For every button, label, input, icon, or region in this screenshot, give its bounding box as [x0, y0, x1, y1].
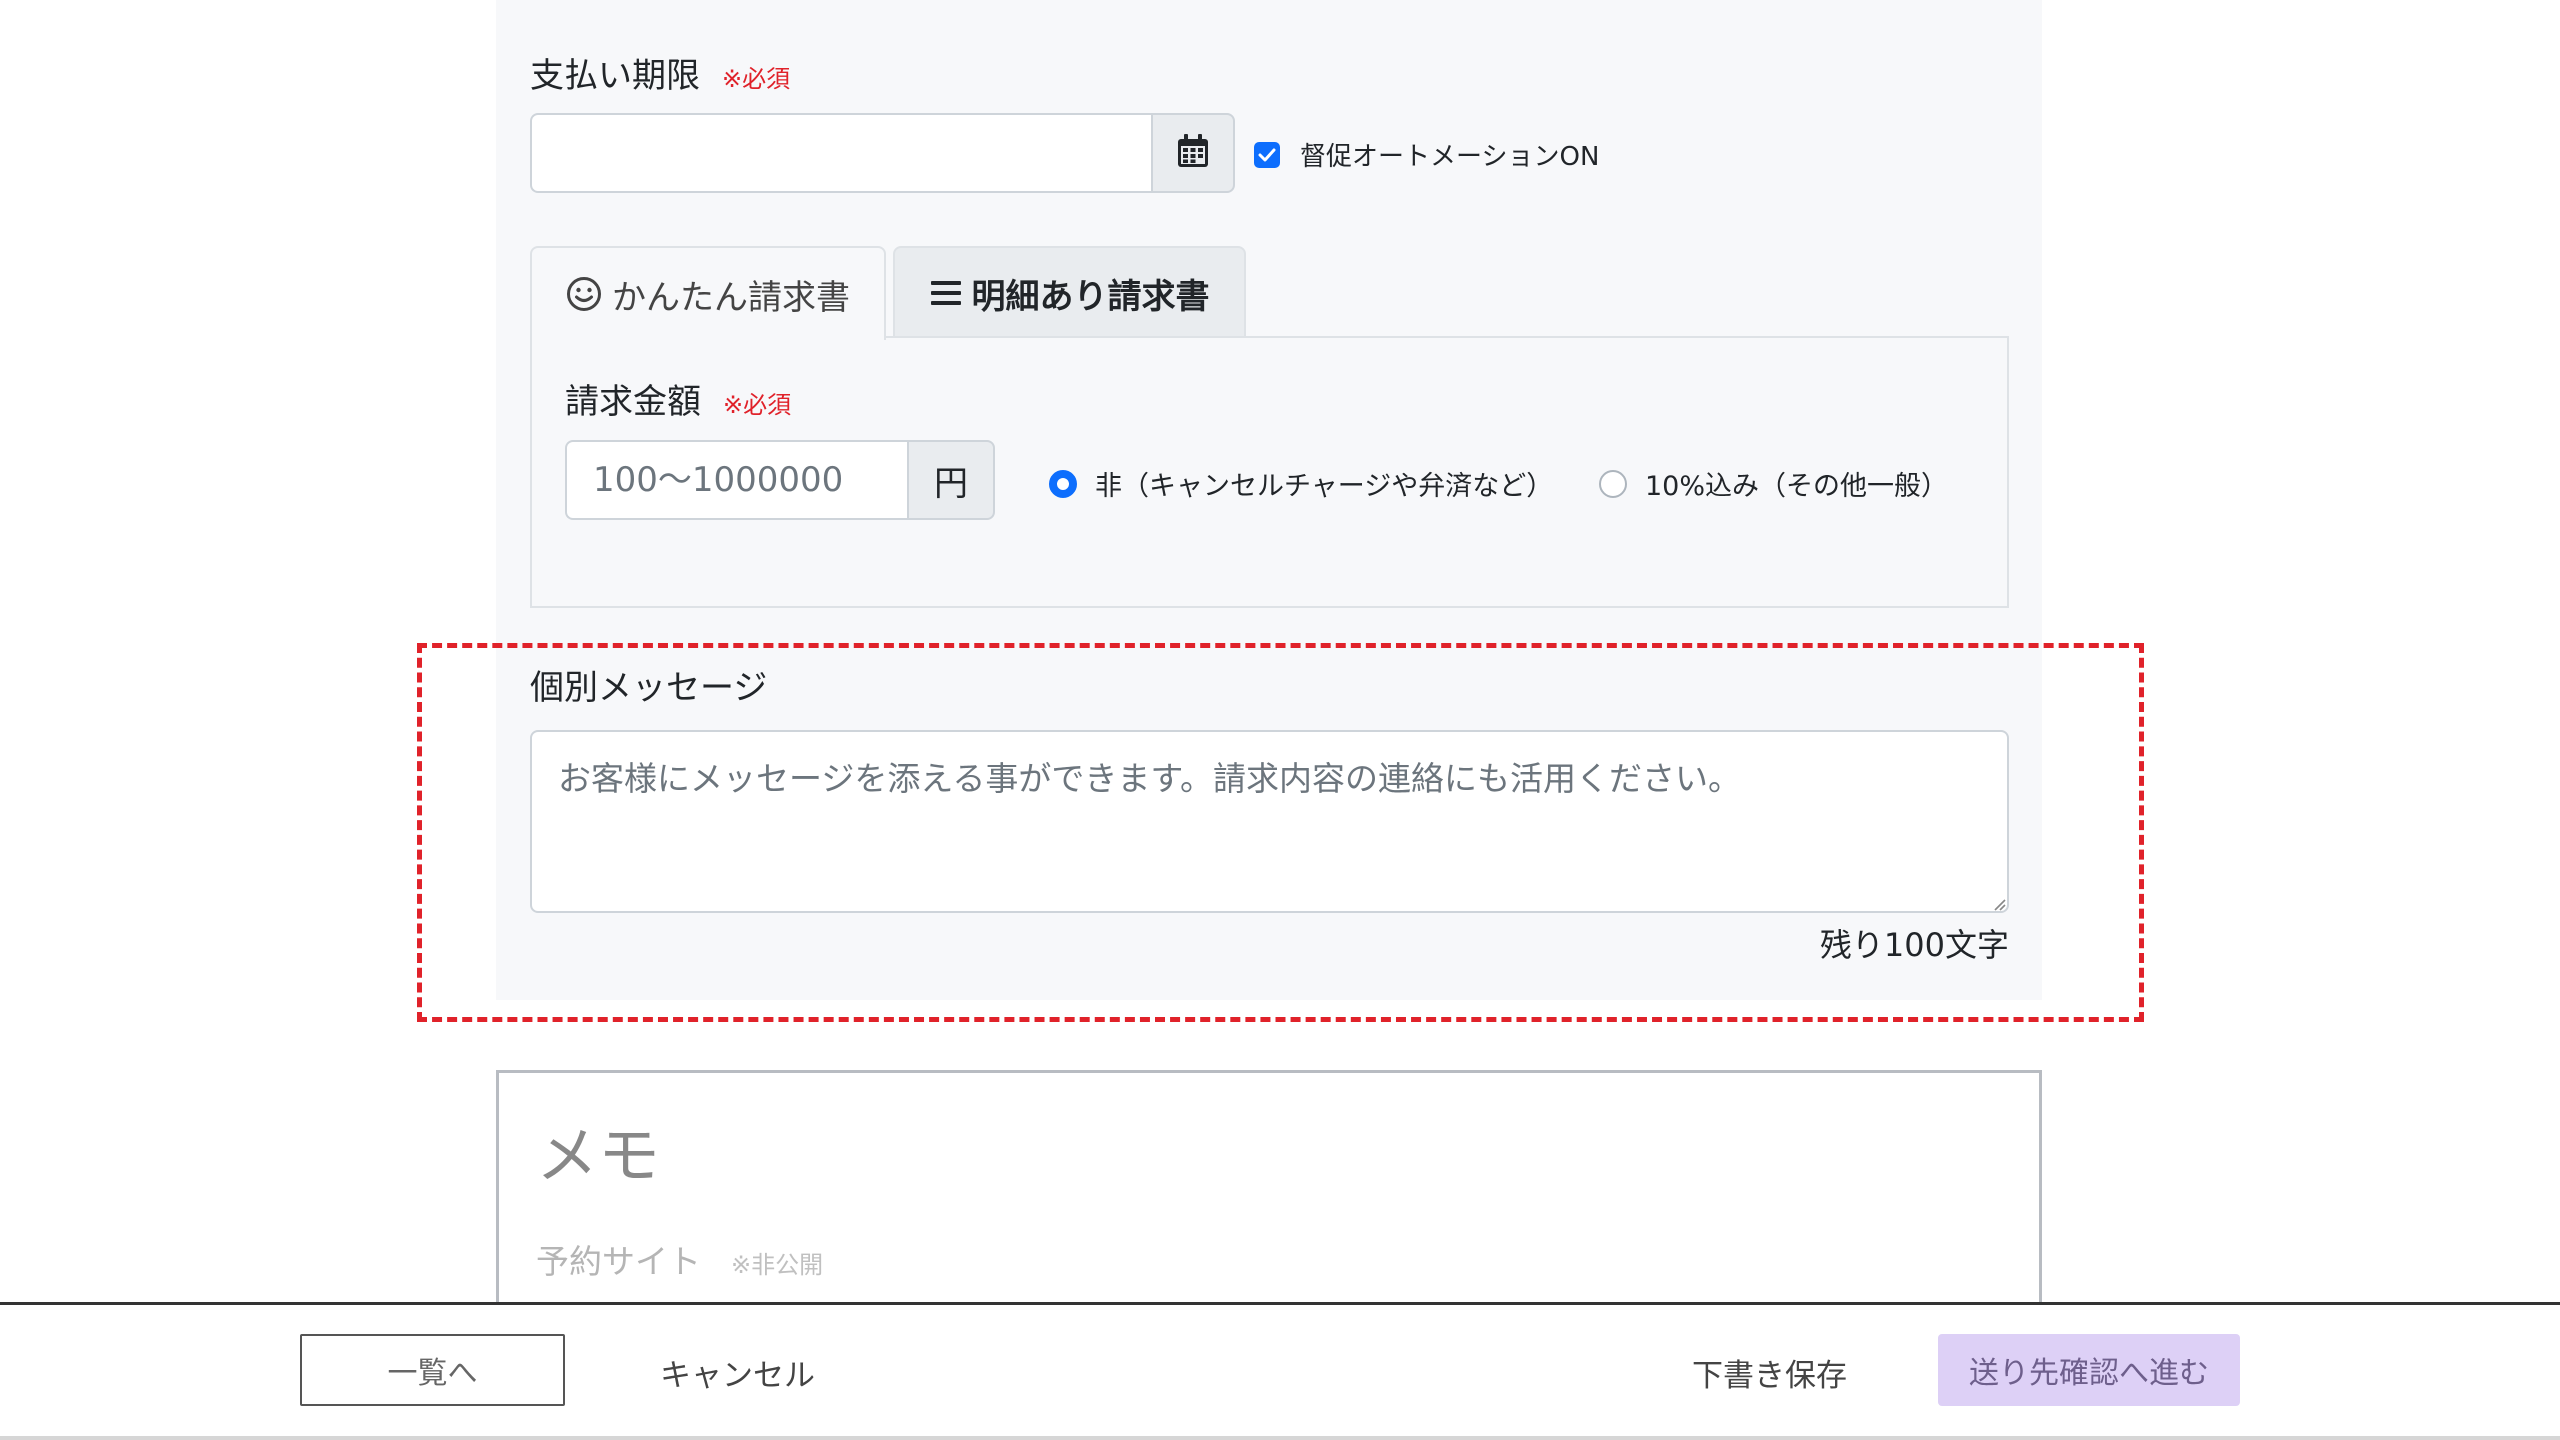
proceed-to-recipient-button[interactable]: 送り先確認へ進む	[1938, 1334, 2240, 1406]
resize-grip-icon[interactable]	[1992, 896, 2006, 911]
memo-field-row: 予約サイト ※非公開	[536, 1235, 823, 1283]
message-label: 個別メッセージ	[530, 668, 768, 708]
message-remaining-count: 残り100文字	[1819, 926, 2009, 964]
save-draft-button[interactable]: 下書き保存	[1692, 1350, 1847, 1395]
tax-included-radio[interactable]	[1599, 469, 1627, 498]
cancel-button[interactable]: キャンセル	[660, 1350, 815, 1395]
amount-label-row: 請求金額 ※必須	[565, 374, 791, 423]
tax-exempt-radio[interactable]	[1049, 469, 1077, 498]
due-date-required-badge: ※必須	[722, 65, 791, 93]
smile-icon	[566, 276, 602, 312]
auto-reminder-checkbox[interactable]	[1254, 141, 1280, 168]
auto-reminder-option[interactable]: 督促オートメーションON	[1254, 136, 1599, 173]
message-textarea[interactable]	[530, 730, 2009, 913]
due-date-label: 支払い期限	[530, 56, 700, 96]
memo-field-label: 予約サイト	[536, 1242, 701, 1281]
due-date-group	[530, 113, 1235, 193]
memo-title: メモ	[536, 1119, 661, 1192]
checkmark-icon	[1258, 148, 1276, 161]
amount-required-badge: ※必須	[723, 391, 792, 419]
tab-simple-invoice[interactable]: かんたん請求書	[530, 246, 886, 340]
auto-reminder-label: 督促オートメーションON	[1300, 142, 1600, 172]
tab-simple-invoice-label: かんたん請求書	[612, 277, 850, 318]
amount-input[interactable]	[565, 440, 907, 520]
tab-itemized-invoice[interactable]: 明細あり請求書	[893, 246, 1246, 338]
tax-option-exempt[interactable]: 非（キャンセルチャージや弁済など）	[1049, 464, 1553, 503]
tab-itemized-invoice-label: 明細あり請求書	[971, 276, 1210, 317]
tax-exempt-label: 非（キャンセルチャージや弁済など）	[1095, 471, 1554, 502]
amount-group: 円	[565, 440, 995, 520]
invoice-form-page: 支払い期限 ※必須 督促オートメーションON かんたん請求書 明細あり請求書 請…	[0, 0, 2560, 1440]
amount-label: 請求金額	[565, 382, 701, 422]
due-date-input[interactable]	[530, 113, 1151, 193]
tax-option-included[interactable]: 10%込み（その他一般）	[1599, 464, 1948, 503]
memo-field-note: ※非公開	[731, 1251, 824, 1279]
tax-included-label: 10%込み（その他一般）	[1645, 471, 1949, 502]
calendar-icon	[1177, 134, 1209, 172]
calendar-button[interactable]	[1151, 113, 1235, 193]
back-to-list-button[interactable]: 一覧へ	[300, 1334, 565, 1406]
list-icon	[930, 279, 962, 307]
amount-unit: 円	[907, 440, 995, 520]
due-date-label-row: 支払い期限 ※必須	[530, 48, 790, 97]
